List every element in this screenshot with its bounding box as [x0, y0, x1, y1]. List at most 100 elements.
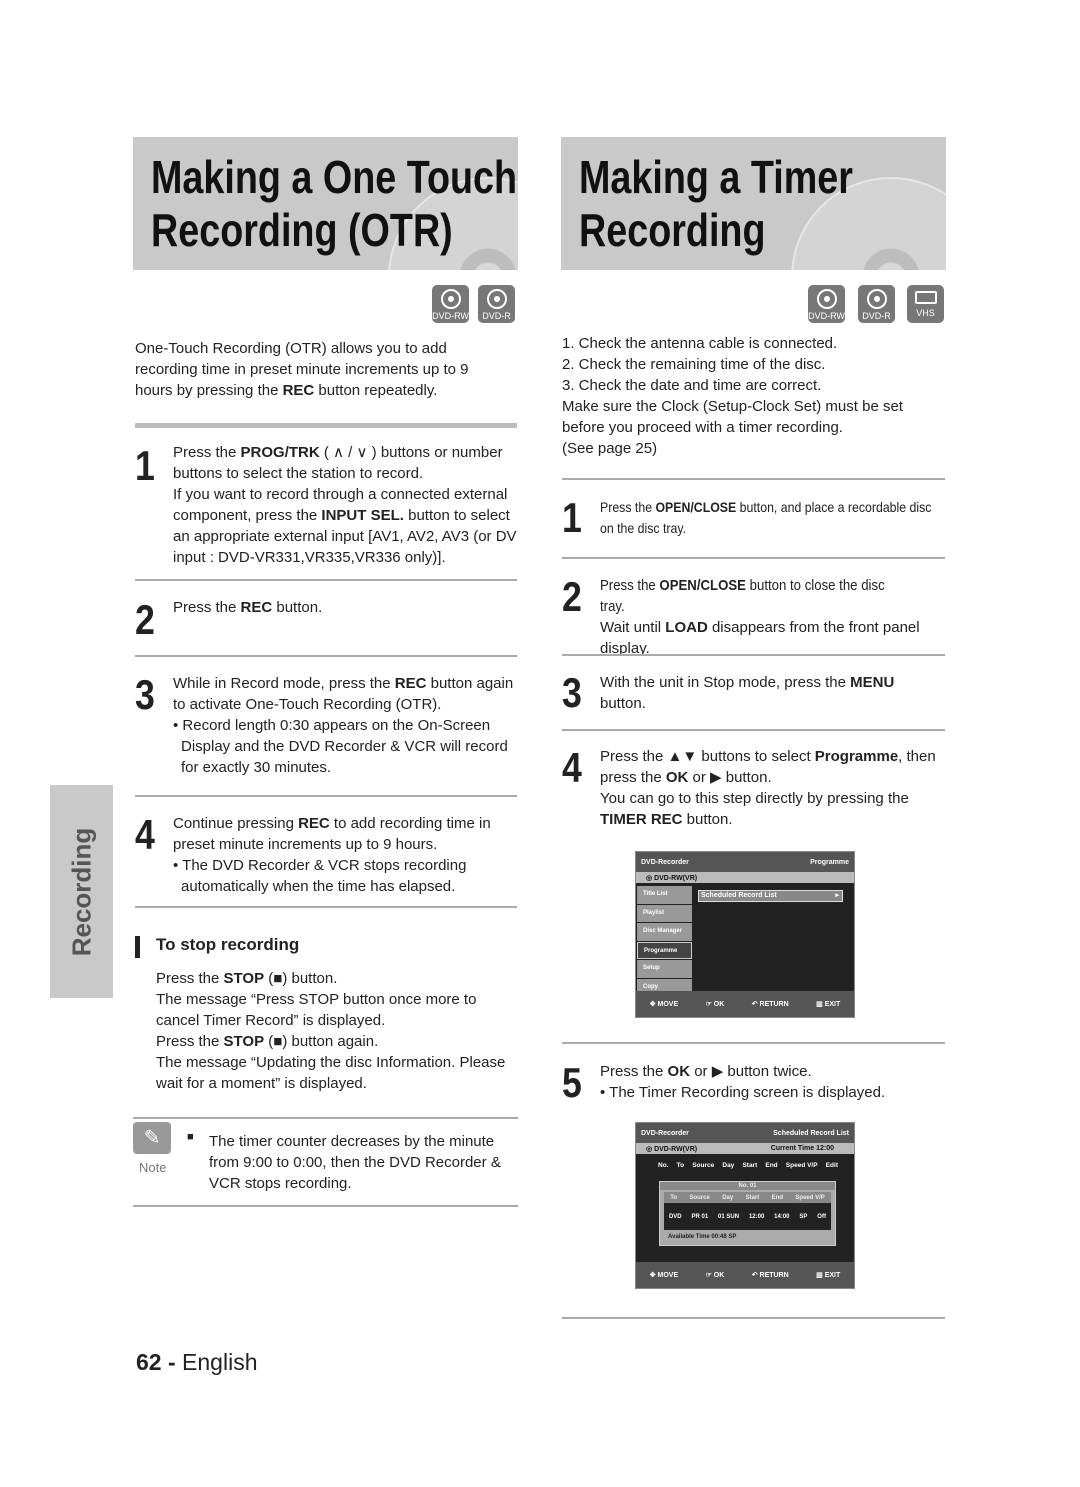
- step-number: 3: [135, 671, 155, 718]
- divider: [135, 423, 517, 428]
- text-run: Press the: [156, 970, 224, 987]
- field-value: PR 01: [691, 1213, 709, 1220]
- page-footer: 62 - English: [136, 1349, 258, 1375]
- column-header: Speed V/P: [795, 1194, 825, 1201]
- bold-term: OPEN/CLOSE: [655, 499, 737, 515]
- bold-term: OK: [665, 769, 689, 786]
- divider: [135, 906, 517, 908]
- step-text: Press the OPEN/CLOSE button to close the…: [600, 575, 945, 659]
- menu-playlist[interactable]: Playlist: [637, 904, 692, 922]
- step-text: Press the ▲▼ buttons to select Programme…: [600, 746, 945, 830]
- text-run: Continue pressing: [173, 815, 299, 832]
- step-text: While in Record mode, press the REC butt…: [173, 675, 514, 776]
- note-label: Note: [139, 1160, 167, 1175]
- text-run: or ▶ button.: [688, 769, 772, 786]
- divider: [135, 655, 517, 657]
- step-number: 4: [135, 811, 155, 858]
- column-header: Day: [722, 1194, 734, 1201]
- scheduled-record-list-item[interactable]: Scheduled Record List ▸: [698, 890, 843, 902]
- divider: [135, 795, 517, 797]
- divider: [562, 478, 945, 480]
- field-value: SP: [799, 1213, 808, 1220]
- text-run: Press the: [600, 1063, 668, 1080]
- bold-term: LOAD: [665, 619, 708, 636]
- bold-term: TIMER REC: [600, 811, 683, 828]
- menu-title-list[interactable]: Title List: [637, 886, 692, 904]
- divider: [562, 1317, 945, 1319]
- menu-disc-manager[interactable]: Disc Manager: [637, 923, 692, 941]
- step-number: 1: [562, 494, 582, 541]
- text-run: Press the: [600, 499, 656, 515]
- text-run: button repeatedly.: [314, 382, 438, 399]
- field-value: 12:00: [748, 1213, 765, 1220]
- step-number: 4: [562, 744, 582, 791]
- bold-term: MENU: [850, 674, 895, 691]
- dvd-r-badge: DVD-R: [858, 285, 895, 323]
- column-header: No.: [658, 1162, 669, 1169]
- scheduled-record-screen: DVD-Recorder Scheduled Record List ◎ DVD-…: [635, 1122, 855, 1289]
- text-run: Wait until: [600, 619, 666, 636]
- bold-term: Programme: [814, 748, 899, 765]
- bold-term: REC: [282, 382, 315, 399]
- step-text: Press the OK or ▶ button twice. • The Tim…: [600, 1063, 886, 1101]
- section-title: Making a One Touch Recording (OTR): [151, 151, 518, 256]
- step-number: 2: [135, 596, 155, 643]
- dvd-r-badge: DVD-R: [478, 285, 515, 323]
- section-title: Making a Timer Recording: [579, 151, 853, 256]
- text-run: button.: [272, 599, 323, 616]
- column-header: To: [676, 1162, 685, 1169]
- field-value: Off: [817, 1213, 826, 1220]
- stop-recording-heading: To stop recording: [156, 935, 300, 954]
- divider: [562, 557, 945, 559]
- side-tab: Recording: [50, 785, 113, 998]
- step-text: With the unit in Stop mode, press the ME…: [600, 672, 920, 714]
- step-text: Press the PROG/TRK ( ∧ / ∨ ) buttons or …: [173, 442, 518, 568]
- menu-setup[interactable]: Setup: [637, 960, 692, 978]
- menu-programme[interactable]: Programme: [637, 941, 692, 959]
- bold-term: PROG/TRK: [240, 444, 320, 461]
- bold-term: STOP: [223, 970, 265, 987]
- column-header: Source: [689, 1194, 710, 1201]
- column-header: Start: [742, 1162, 758, 1169]
- bold-term: OK: [667, 1063, 691, 1080]
- text-run: Press the: [600, 577, 660, 594]
- divider: [135, 579, 517, 581]
- divider: [562, 729, 945, 731]
- bold-term: REC: [240, 599, 273, 616]
- text-run: Press the: [173, 599, 241, 616]
- dvd-rw-badge: DVD-RW: [808, 285, 845, 323]
- divider: [133, 1205, 518, 1207]
- field-value: 14:00: [774, 1213, 790, 1220]
- dvd-rw-badge: DVD-RW: [432, 285, 469, 323]
- divider: [133, 1117, 518, 1119]
- text-run: button.: [682, 811, 733, 828]
- section-title-banner: Making a One Touch Recording (OTR): [133, 137, 518, 270]
- text-run: With the unit in Stop mode, press the: [600, 674, 851, 691]
- field-value: DVD: [668, 1213, 682, 1220]
- text-run: button.: [600, 695, 646, 712]
- note-text: The timer counter decreases by the minut…: [209, 1133, 501, 1192]
- side-tab-label: Recording: [66, 827, 96, 956]
- note-bullet-icon: ■: [187, 1131, 194, 1143]
- stop-recording-text: Press the STOP (■) button. The message “…: [156, 968, 518, 1094]
- heading-bar: [135, 936, 140, 958]
- bold-term: STOP: [223, 1033, 265, 1050]
- column-header: End: [771, 1194, 784, 1201]
- step-number: 2: [562, 573, 582, 620]
- text-run: While in Record mode, press the: [173, 675, 395, 692]
- column-header: Start: [745, 1194, 760, 1201]
- step-number: 1: [135, 442, 155, 489]
- text-run: You can go to this step directly by pres…: [600, 790, 909, 807]
- text-run: or ▶ button twice.: [690, 1063, 812, 1080]
- column-header: Day: [722, 1162, 735, 1169]
- vhs-badge: VHS: [907, 285, 944, 323]
- column-header: To: [670, 1194, 678, 1201]
- text-run: Press the: [173, 444, 241, 461]
- bold-term: REC: [298, 815, 330, 832]
- column-header: Speed V/P: [785, 1162, 818, 1169]
- step-number: 5: [562, 1059, 582, 1106]
- step-number: 3: [562, 669, 582, 716]
- step-text: Press the REC button.: [173, 597, 518, 618]
- column-header: Edit: [825, 1162, 838, 1169]
- bold-term: INPUT SEL.: [321, 507, 404, 524]
